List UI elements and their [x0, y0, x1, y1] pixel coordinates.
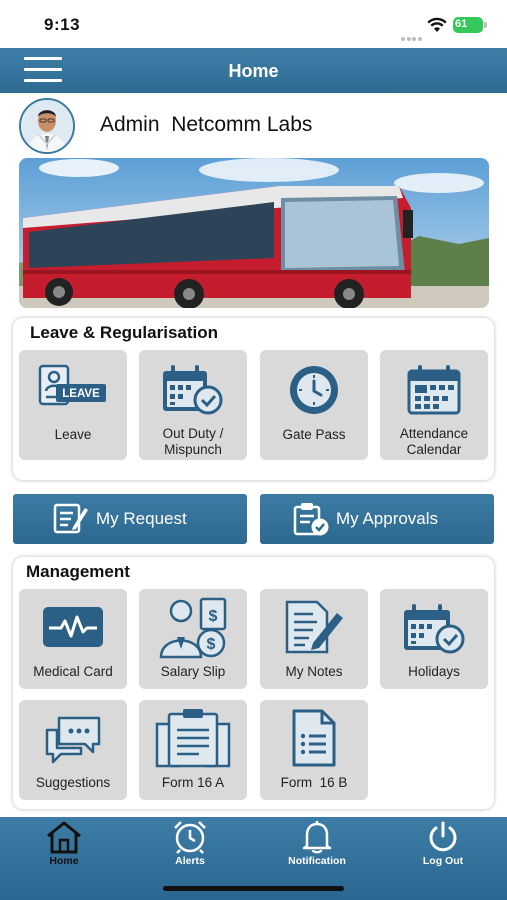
leave-regularisation-card: Leave & Regularisation LEAVE Leave Out D…	[13, 318, 494, 480]
nav-alerts[interactable]: Alerts	[140, 820, 240, 868]
tile-label: My Notes	[285, 664, 343, 679]
banner-bus-image	[19, 158, 489, 308]
battery-level: 61	[455, 18, 468, 30]
tile-label: Suggestions	[35, 775, 111, 790]
nav-label: Alerts	[175, 855, 205, 867]
page-title: Home	[228, 61, 279, 81]
home-icon	[14, 820, 114, 854]
tile-label: Attendance Calendar	[399, 426, 469, 457]
tile-out-duty-mispunch[interactable]: Out Duty / Mispunch	[139, 350, 247, 460]
tile-form-16a[interactable]: Form 16 A	[139, 700, 247, 800]
avatar[interactable]	[19, 98, 75, 154]
nav-home[interactable]: Home	[14, 820, 114, 868]
tile-salary-slip[interactable]: $ $ Salary Slip	[139, 589, 247, 689]
battery-icon: 61	[453, 17, 487, 33]
home-indicator	[163, 886, 344, 891]
tile-my-notes[interactable]: My Notes	[260, 589, 368, 689]
nav-logout[interactable]: Log Out	[393, 820, 493, 868]
my-request-label: My Request	[96, 509, 187, 528]
tile-label: Holidays	[408, 664, 460, 679]
leave-icon: LEAVE	[19, 364, 127, 416]
nav-label: Log Out	[422, 855, 464, 867]
tile-leave[interactable]: LEAVE Leave	[19, 350, 127, 460]
tile-attendance-calendar[interactable]: Attendance Calendar	[380, 350, 488, 460]
document-icon	[260, 708, 368, 767]
clipboard-icon	[139, 708, 247, 768]
clock-icon	[260, 364, 368, 416]
heartbeat-icon	[19, 603, 127, 655]
svg-text:$: $	[207, 636, 216, 653]
calendar-check-icon	[380, 603, 488, 655]
my-request-button[interactable]: My Request	[13, 494, 247, 544]
section-title-management: Management	[26, 562, 130, 581]
my-approvals-label: My Approvals	[336, 509, 439, 528]
tile-holidays[interactable]: Holidays	[380, 589, 488, 689]
chat-icon	[19, 714, 127, 766]
calendar-icon	[380, 364, 488, 416]
tile-suggestions[interactable]: Suggestions	[19, 700, 127, 800]
tile-label: Gate Pass	[282, 427, 346, 442]
tile-form-16b[interactable]: Form 16 B	[260, 700, 368, 800]
cellular-signal-icon	[401, 28, 423, 46]
my-approvals-button[interactable]: My Approvals	[260, 494, 494, 544]
status-time: 9:13	[44, 15, 81, 34]
management-card: Management Medical Card $ $ Salary Slip	[13, 557, 494, 809]
nav-label: Home	[49, 855, 79, 867]
clipboard-check-icon	[292, 502, 330, 541]
tile-label: Form 16 B	[280, 775, 348, 790]
salary-icon: $ $	[139, 597, 247, 659]
leave-icon-badge: LEAVE	[62, 388, 100, 400]
nav-notification[interactable]: Notification	[267, 820, 367, 868]
app-bar: Home	[0, 48, 507, 93]
tile-label: Form 16 A	[161, 775, 225, 790]
nav-label: Notification	[288, 855, 346, 867]
power-icon	[393, 820, 493, 854]
tile-label: Leave	[54, 427, 92, 442]
wifi-icon	[427, 17, 447, 38]
tile-label: Out Duty / Mispunch	[162, 426, 224, 457]
tile-medical-card[interactable]: Medical Card	[19, 589, 127, 689]
edit-document-icon	[53, 502, 89, 539]
alarm-clock-icon	[140, 820, 240, 854]
section-title-leave: Leave & Regularisation	[30, 323, 219, 342]
calendar-check-icon	[139, 364, 247, 416]
notes-icon	[260, 599, 368, 654]
tile-gate-pass[interactable]: Gate Pass	[260, 350, 368, 460]
tile-label: Medical Card	[33, 664, 113, 679]
svg-text:$: $	[209, 608, 218, 625]
user-name: Admin Netcomm Labs	[100, 113, 313, 136]
tile-label: Salary Slip	[160, 664, 226, 679]
status-bar: 9:13 61	[0, 0, 507, 48]
bell-icon	[267, 820, 367, 854]
